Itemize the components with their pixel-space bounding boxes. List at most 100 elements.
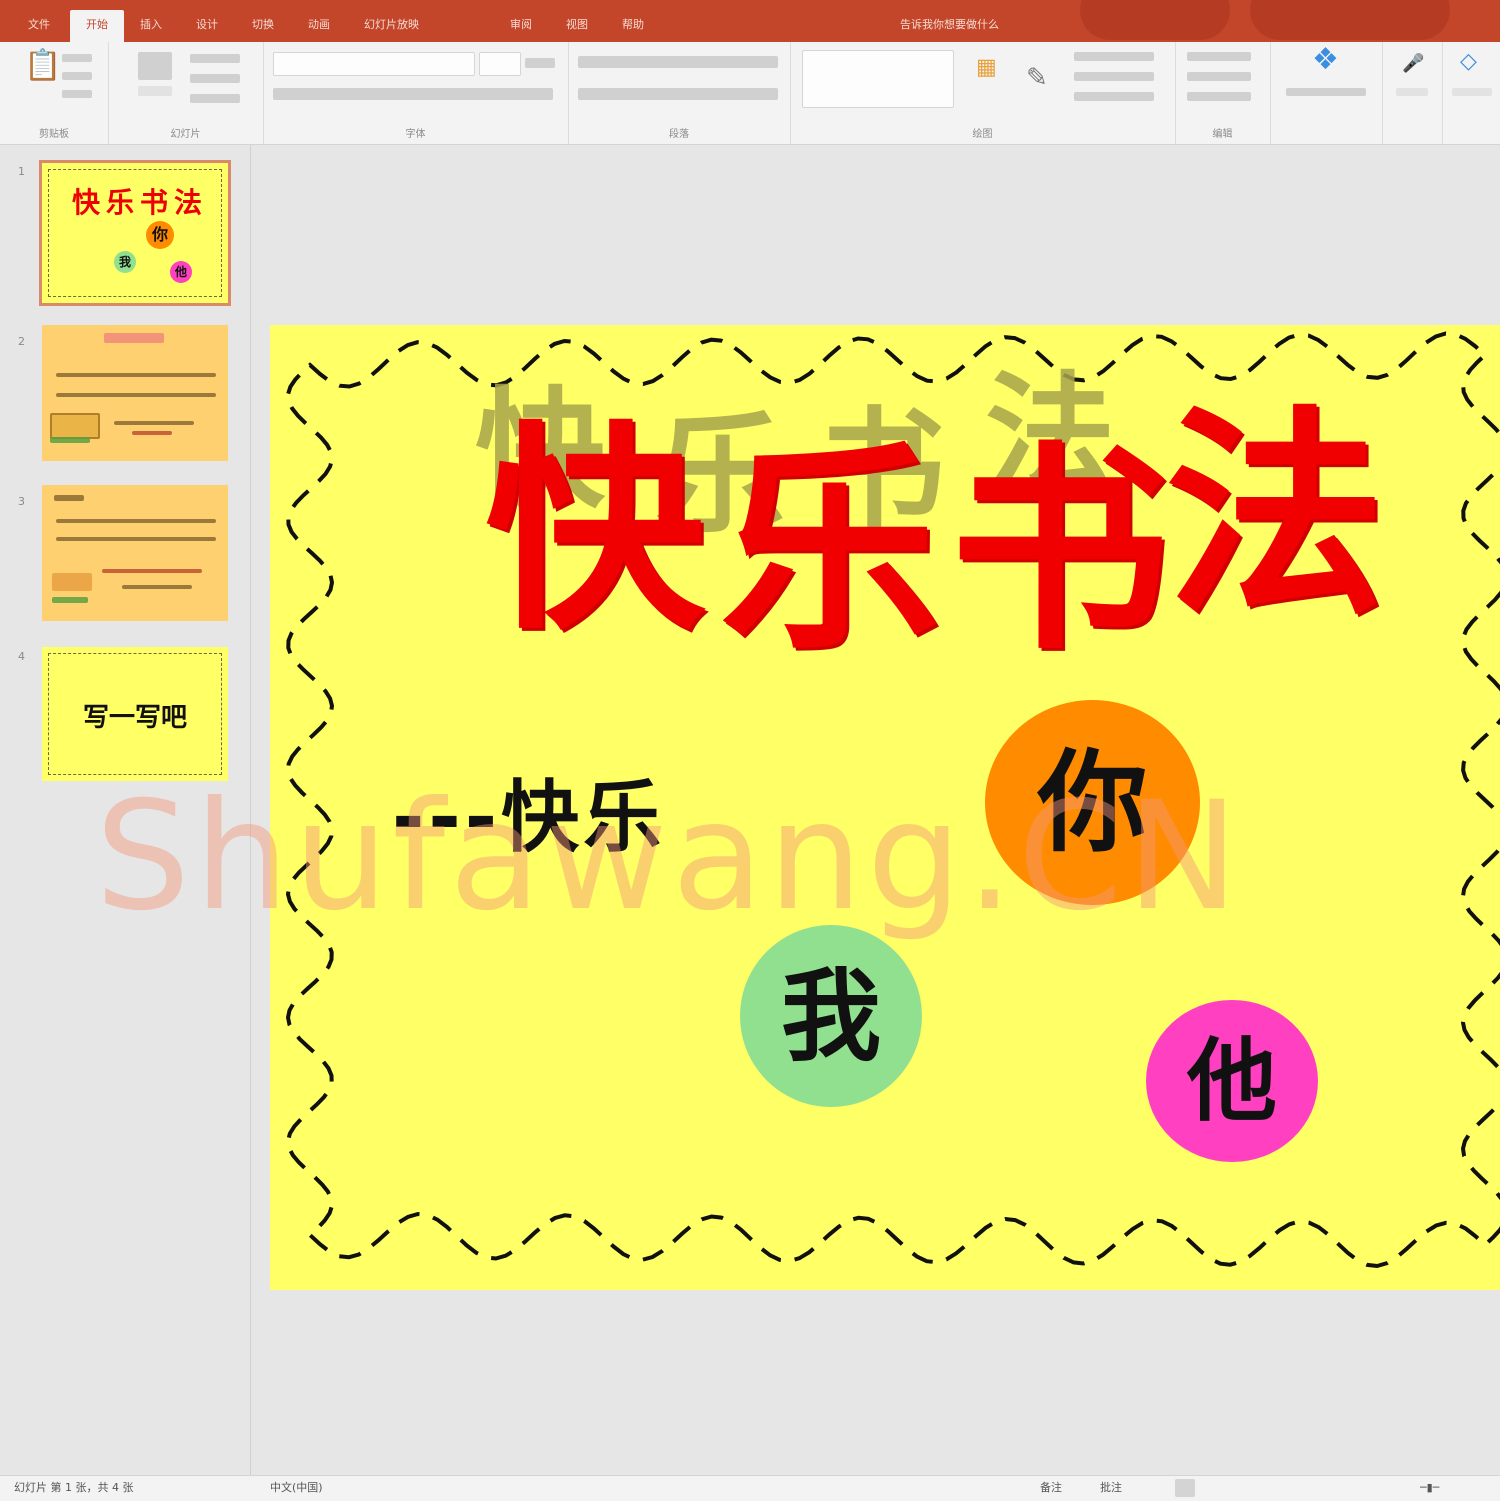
layout-button[interactable] xyxy=(190,54,240,63)
reset-button[interactable] xyxy=(190,74,240,83)
slideshow-button[interactable] xyxy=(1315,1479,1335,1497)
tab-animations[interactable]: 动画 xyxy=(308,14,330,36)
circle-char-me: 我 xyxy=(781,957,881,1075)
language-indicator[interactable]: 中文(中国) xyxy=(270,1476,323,1500)
slide-thumbnail-2[interactable] xyxy=(42,325,228,461)
slide-sorter-button[interactable] xyxy=(1225,1479,1245,1497)
title-char-fa: 法 xyxy=(1165,385,1386,644)
slide-thumbnail-pane: 1 快乐书法 你 我 他 2 3 4 写一写吧 xyxy=(0,145,251,1475)
list-buttons[interactable] xyxy=(578,56,778,68)
reading-view-button[interactable] xyxy=(1270,1479,1290,1497)
replace-button[interactable] xyxy=(1187,72,1251,81)
thumbnail-text-line xyxy=(122,585,192,589)
slide-number: 1 xyxy=(18,165,25,178)
ribbon-group-paragraph: 段落 xyxy=(568,42,791,144)
shape-fill-button[interactable] xyxy=(1074,52,1154,61)
normal-view-button[interactable] xyxy=(1175,1479,1195,1497)
circle-you[interactable]: 你 xyxy=(985,700,1200,905)
ribbon-group-voice: 🎤 xyxy=(1382,42,1443,144)
group-label-slides: 幻灯片 xyxy=(170,129,201,140)
ribbon-group-editing: 编辑 xyxy=(1175,42,1271,144)
slide-number: 3 xyxy=(18,495,25,508)
comments-button[interactable]: 批注 xyxy=(1100,1476,1122,1500)
designer-icon[interactable]: ❖ xyxy=(1312,45,1339,75)
slide-thumbnail-3[interactable] xyxy=(42,485,228,621)
slide-count-indicator[interactable]: 幻灯片 第 1 张，共 4 张 xyxy=(14,1476,133,1500)
shapes-gallery[interactable] xyxy=(802,50,954,108)
format-painter-button[interactable] xyxy=(62,90,92,98)
slide-canvas[interactable]: 快 乐 书 法 快 乐 书 法 ---快乐 你 我 他 xyxy=(270,325,1500,1290)
thumbnail-circle-me: 我 xyxy=(114,251,136,273)
ribbon-group-clipboard: 📋 剪贴板 xyxy=(0,42,109,144)
shape-effects-button[interactable] xyxy=(1074,92,1154,101)
circle-me[interactable]: 我 xyxy=(740,925,922,1107)
thumbnail-heading xyxy=(104,333,164,343)
thumbnail-picture-base xyxy=(52,597,88,603)
thumbnail-text-line xyxy=(102,569,202,573)
tab-design[interactable]: 设计 xyxy=(196,14,218,36)
font-grow-shrink-buttons[interactable] xyxy=(525,58,555,68)
tell-me-search[interactable]: 告诉我你想要做什么 xyxy=(900,14,999,36)
thumbnail-picture xyxy=(52,573,92,591)
shape-outline-button[interactable] xyxy=(1074,72,1154,81)
paste-icon[interactable]: 📋 xyxy=(24,51,61,81)
group-label-paragraph: 段落 xyxy=(669,129,689,140)
ribbon-group-font: 字体 xyxy=(263,42,569,144)
zoom-slider-icon[interactable]: ─▮─ xyxy=(1420,1476,1439,1500)
alignment-buttons[interactable] xyxy=(578,88,778,100)
section-button[interactable] xyxy=(190,94,240,103)
thumbnail-title: 写一写吧 xyxy=(82,703,187,733)
circle-he[interactable]: 他 xyxy=(1146,1000,1318,1162)
group-label-editing: 编辑 xyxy=(1212,129,1233,140)
select-button[interactable] xyxy=(1187,92,1251,101)
tab-help[interactable]: 帮助 xyxy=(622,14,644,36)
tab-review[interactable]: 审阅 xyxy=(510,14,532,36)
dictate-icon[interactable]: 🎤 xyxy=(1402,52,1424,76)
thumbnail-heading xyxy=(54,495,84,501)
circle-char-he: 他 xyxy=(1187,1028,1277,1134)
thumbnail-text-line xyxy=(56,373,216,377)
tab-view[interactable]: 视图 xyxy=(566,14,588,36)
new-slide-button[interactable] xyxy=(138,52,172,80)
thumbnail-text-line xyxy=(132,431,172,435)
addins-label xyxy=(1452,88,1492,96)
slide-thumbnail-1[interactable]: 快乐书法 你 我 他 xyxy=(39,160,231,306)
addins-icon[interactable]: ◇ xyxy=(1460,50,1477,74)
font-size-combobox[interactable] xyxy=(479,52,521,76)
title-char-shu: 书 xyxy=(950,420,1171,679)
thumbnail-text-line xyxy=(114,421,194,425)
thumbnail-text-line xyxy=(56,393,216,397)
title-char-kuai: 快 xyxy=(485,400,706,659)
tab-insert[interactable]: 插入 xyxy=(140,14,162,36)
font-format-buttons[interactable] xyxy=(273,88,553,100)
thumbnail-picture-base xyxy=(50,437,90,443)
group-label-clipboard: 剪贴板 xyxy=(39,129,69,140)
title-char-le: 乐 xyxy=(720,420,941,679)
titlebar-decoration xyxy=(1250,0,1450,40)
find-button[interactable] xyxy=(1187,52,1251,61)
new-slide-dropdown[interactable] xyxy=(138,86,172,96)
tab-file[interactable]: 文件 xyxy=(28,14,50,36)
thumbnail-circle-he: 他 xyxy=(170,261,192,283)
slide-thumbnail-4[interactable]: 写一写吧 xyxy=(42,647,228,781)
thumbnail-text-line xyxy=(56,537,216,541)
slide-number: 4 xyxy=(18,650,25,663)
arrange-icon[interactable]: ▦ xyxy=(976,56,997,80)
copy-button[interactable] xyxy=(62,72,92,80)
quick-styles-icon[interactable]: ✎ xyxy=(1026,65,1048,91)
notes-button[interactable]: 备注 xyxy=(1040,1476,1062,1500)
designer-label xyxy=(1286,88,1366,96)
ribbon-tab-bar: 文件 开始 插入 设计 切换 动画 幻灯片放映 审阅 视图 帮助 告诉我你想要做… xyxy=(0,0,1500,42)
status-bar: 幻灯片 第 1 张，共 4 张 中文(中国) 备注 批注 ─▮─ xyxy=(0,1475,1500,1501)
tab-transitions[interactable]: 切换 xyxy=(252,14,274,36)
circle-char-you: 你 xyxy=(1037,737,1148,867)
cut-button[interactable] xyxy=(62,54,92,62)
tab-home[interactable]: 开始 xyxy=(70,10,124,42)
ribbon-group-designer: ❖ xyxy=(1270,42,1383,144)
tab-slideshow[interactable]: 幻灯片放映 xyxy=(364,14,419,36)
font-name-combobox[interactable] xyxy=(273,52,475,76)
thumbnail-circle-you: 你 xyxy=(146,221,174,249)
thumbnail-picture xyxy=(50,413,100,439)
slide-subtitle: ---快乐 xyxy=(392,773,666,863)
ribbon-group-slides: 幻灯片 xyxy=(108,42,264,144)
